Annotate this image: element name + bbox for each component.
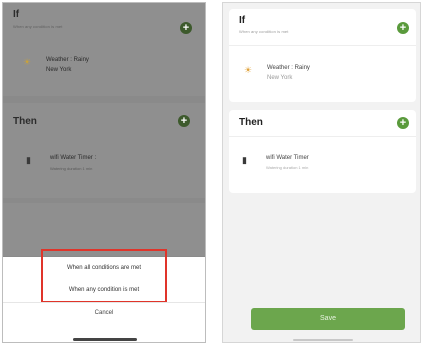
if-title: If <box>239 15 246 26</box>
plus-icon[interactable]: + <box>180 22 192 34</box>
if-title: If <box>13 9 20 20</box>
divider <box>3 302 205 303</box>
save-button[interactable]: Save <box>251 308 405 330</box>
plus-icon[interactable]: + <box>397 117 409 129</box>
then-title: Then <box>13 116 37 127</box>
then-section: Then + ▮ wifi Water Timer Watering durat… <box>229 110 416 193</box>
if-section: If When any condition is met + ☀ Weather… <box>229 9 416 102</box>
condition-location: New York <box>267 75 293 81</box>
if-subtitle[interactable]: When any condition is met <box>239 29 288 34</box>
then-section: Then + ▮ wifi Water Timer : Watering dur… <box>3 103 205 198</box>
action-detail: Watering duration 1 min <box>266 165 309 170</box>
condition-label[interactable]: Weather : Rainy <box>267 64 310 72</box>
action-label[interactable]: wifi Water Timer <box>266 154 309 162</box>
device-icon: ▮ <box>242 155 247 165</box>
action-label[interactable]: wifi Water Timer : <box>50 154 96 162</box>
divider <box>229 136 416 137</box>
left-phone-screen: If When any condition is met + ☀ Weather… <box>2 2 206 343</box>
then-title: Then <box>239 117 263 128</box>
condition-label[interactable]: Weather : Rainy <box>46 56 89 64</box>
right-phone-screen: If When any condition is met + ☀ Weather… <box>222 2 421 343</box>
condition-location: New York <box>46 67 72 73</box>
cancel-button[interactable]: Cancel <box>3 310 205 316</box>
home-indicator <box>293 339 353 341</box>
sun-icon: ☀ <box>23 57 32 67</box>
plus-icon[interactable]: + <box>397 22 409 34</box>
device-icon: ▮ <box>26 155 31 165</box>
divider <box>229 45 416 46</box>
action-detail: Watering duration 1 min <box>50 166 93 171</box>
highlight-box <box>41 249 167 303</box>
if-section: If When any condition is met + ☀ Weather… <box>3 3 205 96</box>
plus-icon[interactable]: + <box>178 115 190 127</box>
sun-icon: ☀ <box>244 65 253 75</box>
if-subtitle[interactable]: When any condition is met <box>13 24 62 29</box>
home-indicator <box>73 338 137 341</box>
